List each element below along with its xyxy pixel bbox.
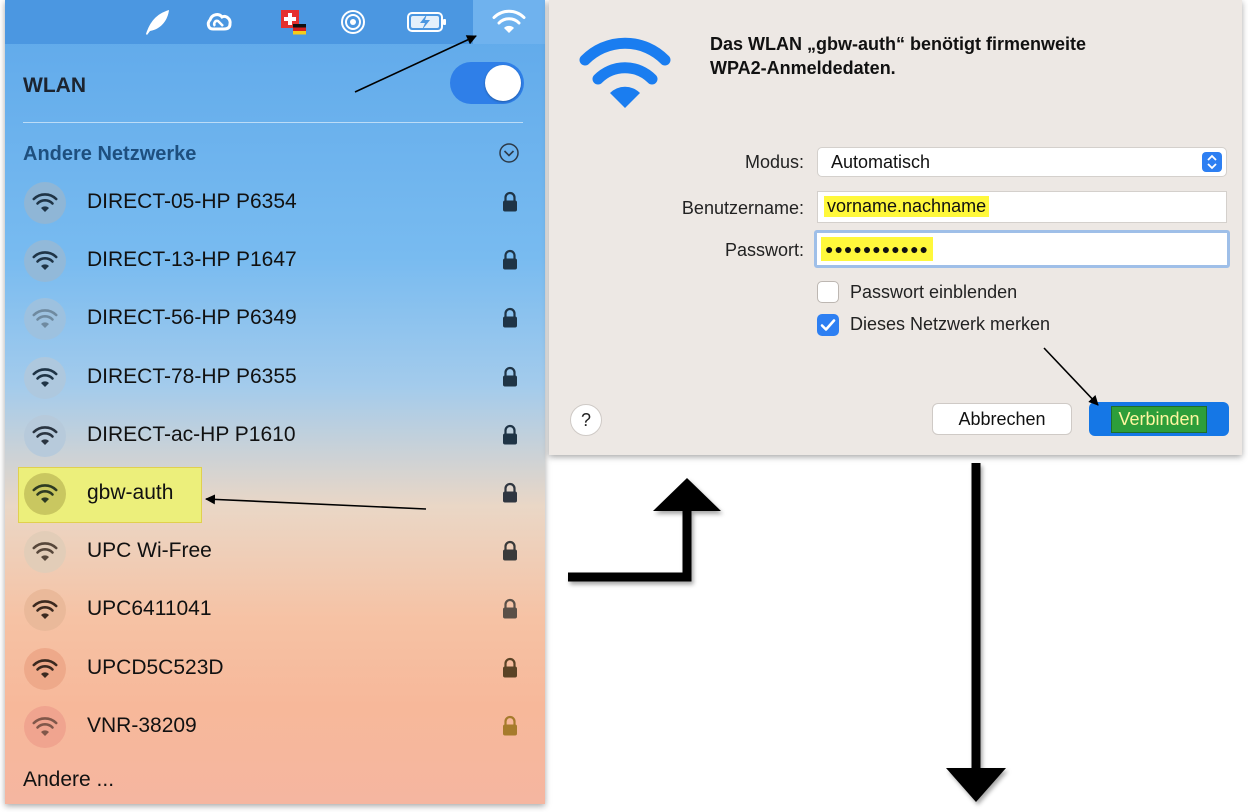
feather-icon[interactable] <box>141 6 173 38</box>
password-label: Passwort: <box>724 240 804 260</box>
menu-bar-wifi-icon[interactable] <box>473 0 545 44</box>
help-button[interactable]: ? <box>570 404 602 436</box>
lock-icon <box>502 598 518 625</box>
lock-icon <box>502 540 518 567</box>
network-signal-badge <box>24 589 66 632</box>
network-signal-badge <box>24 298 66 341</box>
wlan-title: WLAN <box>23 74 86 97</box>
menu-bar <box>5 0 545 44</box>
battery-icon[interactable] <box>405 6 449 38</box>
wifi-icon <box>32 251 58 271</box>
remember-network-checkbox[interactable] <box>817 314 839 336</box>
lock-icon <box>502 715 518 742</box>
wlan-toggle[interactable] <box>450 62 524 104</box>
wifi-icon <box>32 425 58 445</box>
network-name: DIRECT-05-HP P6354 <box>87 190 297 213</box>
mode-select[interactable]: Automatisch <box>817 147 1227 177</box>
network-signal-badge <box>24 473 66 515</box>
network-name: VNR-38209 <box>87 713 197 737</box>
lock-icon <box>502 482 518 509</box>
password-value: ●●●●●●●●●●● <box>821 237 934 261</box>
network-item[interactable]: gbw-auth <box>18 467 538 523</box>
network-name: DIRECT-56-HP P6349 <box>87 306 297 330</box>
username-value: vorname.nachname <box>824 196 990 217</box>
network-item[interactable]: DIRECT-13-HP P1647 <box>18 238 538 284</box>
network-signal-badge <box>24 647 66 690</box>
network-name: UPC6411041 <box>87 597 212 621</box>
wifi-icon <box>579 37 671 108</box>
wifi-icon <box>32 367 58 387</box>
airdrop-icon[interactable] <box>337 6 369 38</box>
wifi-icon <box>32 309 58 329</box>
network-item[interactable]: DIRECT-56-HP P6349 <box>18 296 538 342</box>
chevron-down-icon[interactable] <box>498 142 520 164</box>
wifi-icon <box>492 9 526 33</box>
annotation-arrow-down <box>946 463 1006 802</box>
dialog-heading: Das WLAN „gbw-auth“ benötigt firmenweite… <box>710 34 1086 78</box>
divider <box>23 122 523 123</box>
remember-network-label: Dieses Netzwerk merken <box>850 314 1051 334</box>
network-signal-badge <box>24 414 66 457</box>
connect-button[interactable]: Verbinden <box>1089 402 1229 436</box>
network-signal-badge <box>24 356 66 399</box>
network-name: UPCD5C523D <box>87 655 224 679</box>
network-item[interactable]: DIRECT-ac-HP P1610 <box>18 413 538 459</box>
network-name: UPC Wi-Free <box>87 539 212 563</box>
lock-icon <box>502 366 518 393</box>
username-input[interactable]: vorname.nachname <box>817 191 1227 223</box>
swiss-german-flag-icon[interactable] <box>277 6 309 38</box>
network-name: gbw-auth <box>87 481 174 504</box>
show-password-checkbox[interactable] <box>817 281 839 303</box>
network-name: DIRECT-ac-HP P1610 <box>87 422 296 446</box>
wifi-icon <box>32 716 58 736</box>
other-networks-heading: Andere Netzwerke <box>23 143 197 165</box>
select-stepper-icon <box>1202 152 1222 172</box>
password-input[interactable]: ●●●●●●●●●●● <box>814 230 1230 268</box>
wifi-icon <box>32 658 58 678</box>
network-item[interactable]: UPCD5C523D <box>18 646 538 692</box>
checkmark-icon <box>820 319 836 331</box>
lock-icon <box>502 657 518 684</box>
other-networks-link[interactable]: Andere ... <box>23 768 114 792</box>
network-item[interactable]: DIRECT-05-HP P6354 <box>18 180 538 226</box>
wifi-icon <box>32 542 58 562</box>
mode-label: Modus: <box>744 152 804 172</box>
network-signal-badge <box>24 182 66 224</box>
network-name: DIRECT-78-HP P6355 <box>87 364 297 388</box>
mode-value: Automatisch <box>831 152 931 172</box>
cancel-button[interactable]: Abbrechen <box>932 403 1072 435</box>
username-label: Benutzername: <box>681 198 804 218</box>
network-signal-badge <box>24 531 66 574</box>
wlan-menu: WLAN Andere Netzwerke DIRECT-05-HP P6354… <box>5 0 545 804</box>
lock-icon <box>502 191 518 218</box>
wifi-icon <box>32 193 58 212</box>
network-item[interactable]: UPC6411041 <box>18 587 538 633</box>
network-item[interactable]: UPC Wi-Free <box>18 529 538 575</box>
wifi-icon <box>32 600 58 620</box>
network-signal-badge <box>24 240 66 283</box>
lock-icon <box>502 424 518 451</box>
network-item[interactable]: DIRECT-78-HP P6355 <box>18 355 538 401</box>
wpa2-login-dialog: Das WLAN „gbw-auth“ benötigt firmenweite… <box>549 0 1242 455</box>
connect-button-label: Verbinden <box>1111 405 1207 433</box>
network-name: DIRECT-13-HP P1647 <box>87 248 297 272</box>
creative-cloud-icon[interactable] <box>203 6 235 38</box>
toggle-knob <box>485 65 521 101</box>
show-password-label: Passwort einblenden <box>850 282 1018 302</box>
lock-icon <box>502 249 518 276</box>
network-item[interactable]: VNR-38209 <box>18 704 538 750</box>
annotation-arrow-up <box>568 478 721 582</box>
network-signal-badge <box>24 705 66 748</box>
lock-icon <box>502 307 518 334</box>
wifi-icon <box>32 484 58 503</box>
